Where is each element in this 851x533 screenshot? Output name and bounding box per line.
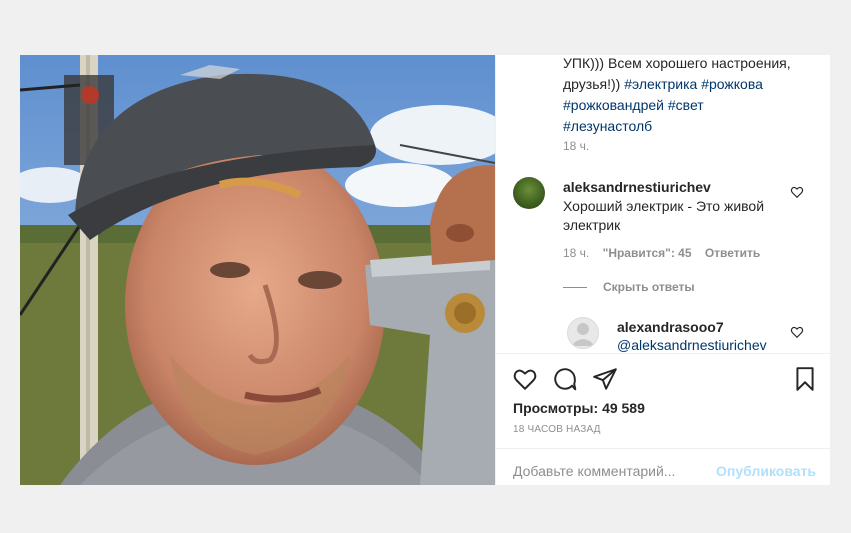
comment-like-heart-icon[interactable] — [790, 185, 804, 199]
hashtag-link[interactable]: #электрика — [624, 76, 697, 92]
comment-text: Хороший электрик - Это живой электрик — [563, 198, 765, 233]
avatar[interactable] — [513, 177, 545, 209]
avatar[interactable] — [567, 317, 599, 349]
caption-timestamp[interactable]: 18 ч. — [563, 139, 589, 153]
caption-line: #лезунастолб — [563, 116, 813, 137]
publish-button[interactable]: Опубликовать — [716, 463, 816, 479]
reply-username[interactable]: alexandrasooo7 — [617, 319, 724, 335]
views-label: Просмотры: — [513, 400, 599, 416]
post-photo-image — [20, 55, 495, 485]
comment-likes-count[interactable]: "Нравится": 45 — [603, 246, 692, 260]
comment-icon[interactable] — [552, 366, 578, 392]
instagram-post: УПК))) Всем хорошего настроения, друзья!)… — [20, 55, 830, 485]
caption-line: #рожковандрей #свет — [563, 95, 813, 116]
caption-line: друзья!)) #электрика #рожкова — [563, 74, 813, 95]
reply-button[interactable]: Ответить — [705, 246, 760, 260]
heart-icon[interactable] — [512, 366, 538, 392]
caption-lines: УПК))) Всем хорошего настроения, друзья!)… — [563, 55, 813, 137]
hashtag-link[interactable]: #свет — [668, 97, 704, 113]
comment-meta: 18 ч. "Нравится": 45 Ответить — [563, 246, 770, 260]
caption-text: УПК))) Всем хорошего настроения, — [563, 55, 791, 71]
add-comment-bar: Опубликовать — [496, 448, 830, 485]
post-timestamp[interactable]: 18 ЧАСОВ НАЗАД — [513, 424, 601, 435]
hashtag-link[interactable]: #рожкова — [701, 76, 763, 92]
hide-replies-label: Скрыть ответы — [603, 280, 695, 294]
comment-input[interactable] — [513, 463, 703, 479]
reply-mention-link[interactable]: @aleksandrnestiurichev — [617, 337, 767, 353]
post-photo[interactable] — [20, 55, 495, 485]
views-value: 49 589 — [602, 400, 645, 416]
caption-text: друзья!)) — [563, 76, 625, 92]
hashtag-link[interactable]: #лезунастолб — [563, 118, 652, 134]
divider-line — [563, 287, 587, 289]
comment-timestamp[interactable]: 18 ч. — [563, 246, 589, 260]
hide-replies-button[interactable]: Скрыть ответы — [563, 280, 695, 294]
caption-line: УПК))) Всем хорошего настроения, — [563, 55, 813, 74]
views-count[interactable]: Просмотры: 49 589 — [513, 400, 645, 416]
share-icon[interactable] — [592, 366, 618, 392]
reply-like-heart-icon[interactable] — [790, 325, 804, 339]
comment-username[interactable]: aleksandrnestiurichev — [563, 179, 711, 195]
comments-list[interactable]: УПК))) Всем хорошего настроения, друзья!)… — [496, 55, 830, 353]
hashtag-link[interactable]: #рожковандрей — [563, 97, 664, 113]
post-sidebar: УПК))) Всем хорошего настроения, друзья!)… — [495, 55, 830, 485]
default-avatar-icon — [571, 323, 595, 346]
post-actions: Просмотры: 49 589 18 ЧАСОВ НАЗАД — [496, 353, 830, 448]
post-caption: УПК))) Всем хорошего настроения, друзья!)… — [563, 55, 813, 137]
bookmark-icon[interactable] — [792, 366, 818, 392]
